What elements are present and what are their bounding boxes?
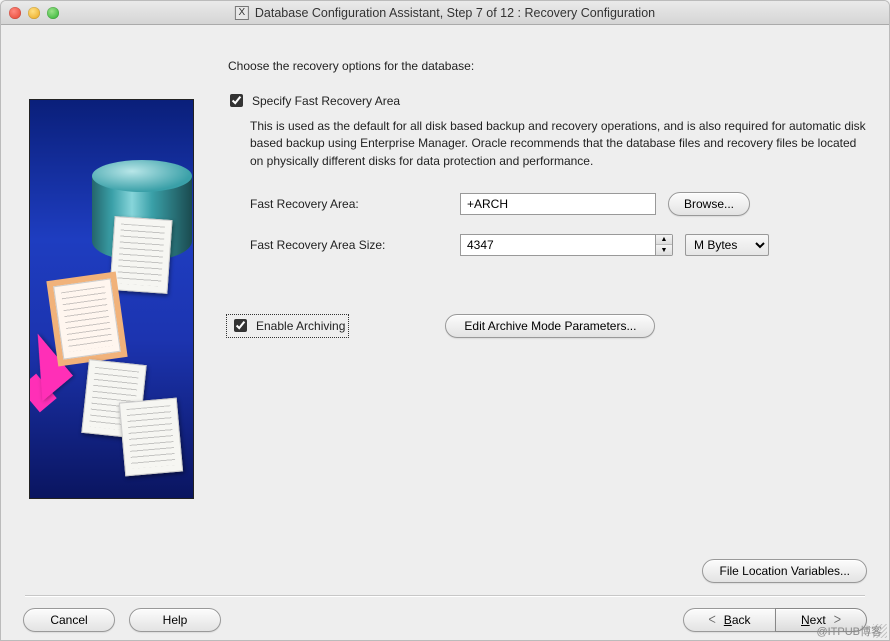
fra-row: Fast Recovery Area: Browse...: [250, 192, 867, 216]
enable-archiving-checkbox[interactable]: [234, 319, 247, 332]
minimize-window-button[interactable]: [28, 7, 40, 19]
close-window-button[interactable]: [9, 7, 21, 19]
spinner-down-button[interactable]: ▼: [656, 245, 672, 255]
spinner-up-button[interactable]: ▲: [656, 235, 672, 245]
client-area: Choose the recovery options for the data…: [1, 25, 889, 640]
fra-description: This is used as the default for all disk…: [250, 118, 867, 170]
fra-size-input[interactable]: [460, 234, 656, 256]
fra-size-unit-select[interactable]: M Bytes: [685, 234, 769, 256]
fra-label: Fast Recovery Area:: [250, 197, 460, 211]
file-location-variables-button[interactable]: File Location Variables...: [702, 559, 867, 583]
edit-archive-parameters-button[interactable]: Edit Archive Mode Parameters...: [445, 314, 655, 338]
help-button[interactable]: Help: [129, 608, 221, 632]
fra-size-label: Fast Recovery Area Size:: [250, 238, 460, 252]
x11-icon: X: [235, 6, 249, 20]
wizard-sidebar-image: [29, 99, 194, 499]
titlebar: X Database Configuration Assistant, Step…: [1, 1, 889, 25]
fra-size-spinner: ▲ ▼: [655, 234, 673, 256]
prompt-text: Choose the recovery options for the data…: [228, 59, 867, 73]
bottom-area: File Location Variables... Cancel Help ᐸ…: [1, 553, 889, 640]
enable-archiving-label: Enable Archiving: [256, 319, 345, 333]
specify-fra-checkbox[interactable]: [230, 94, 243, 107]
fra-input[interactable]: [460, 193, 656, 215]
app-window: X Database Configuration Assistant, Step…: [0, 0, 890, 641]
separator: [25, 595, 865, 596]
paper-icon: [53, 278, 121, 359]
specify-fra-label: Specify Fast Recovery Area: [252, 94, 400, 108]
paper-icon: [109, 216, 172, 294]
watermark: @ITPUB博客: [816, 623, 882, 639]
browse-button[interactable]: Browse...: [668, 192, 750, 216]
nav-row: Cancel Help ᐸ Back Next ᐳ: [23, 608, 867, 632]
chevron-left-icon: ᐸ: [709, 615, 716, 626]
paper-icon: [119, 398, 183, 477]
fra-size-row: Fast Recovery Area Size: ▲ ▼ M Bytes: [250, 234, 867, 256]
back-button[interactable]: ᐸ Back: [683, 608, 775, 632]
main-panel: Choose the recovery options for the data…: [226, 59, 867, 543]
specify-fra-row: Specify Fast Recovery Area: [226, 91, 867, 110]
cancel-button[interactable]: Cancel: [23, 608, 115, 632]
zoom-window-button[interactable]: [47, 7, 59, 19]
window-title: Database Configuration Assistant, Step 7…: [255, 6, 655, 20]
archiving-row: Enable Archiving Edit Archive Mode Param…: [226, 314, 867, 338]
